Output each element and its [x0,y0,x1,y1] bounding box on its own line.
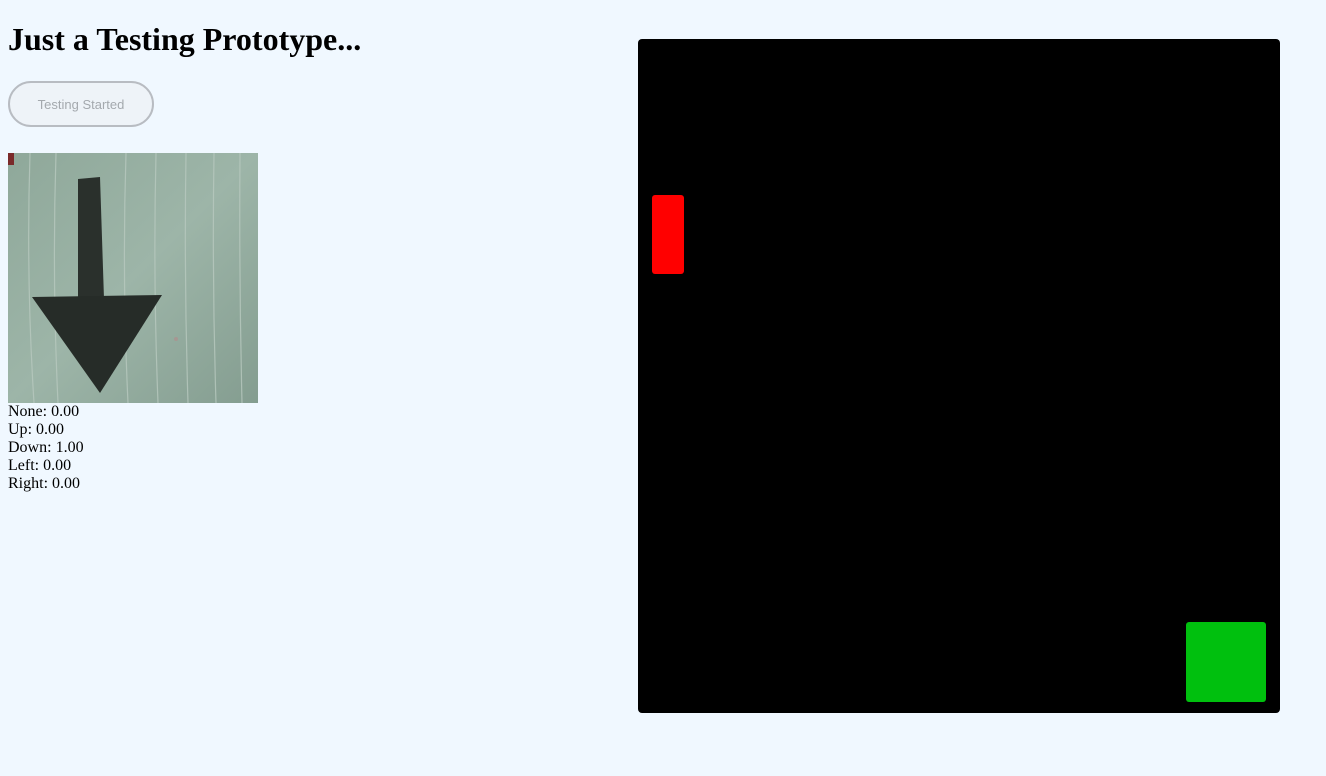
goal-block [1186,622,1266,702]
player-block [652,195,684,274]
prediction-list: None: 0.00 Up: 0.00 Down: 1.00 Left: 0.0… [8,403,608,493]
prediction-down: Down: 1.00 [8,439,84,456]
testing-status-button[interactable]: Testing Started [8,81,154,127]
webcam-preview [8,153,258,403]
game-board[interactable] [638,39,1280,713]
prediction-up: Up: 0.00 [8,421,65,438]
page: Just a Testing Prototype... Testing Star… [0,0,1326,776]
page-title: Just a Testing Prototype... [8,21,362,57]
prediction-right: Right: 0.00 [8,475,81,492]
left-panel: Just a Testing Prototype... Testing Star… [8,0,608,493]
prediction-left: Left: 0.00 [8,457,72,474]
prediction-none: None: 0.00 [8,403,80,420]
